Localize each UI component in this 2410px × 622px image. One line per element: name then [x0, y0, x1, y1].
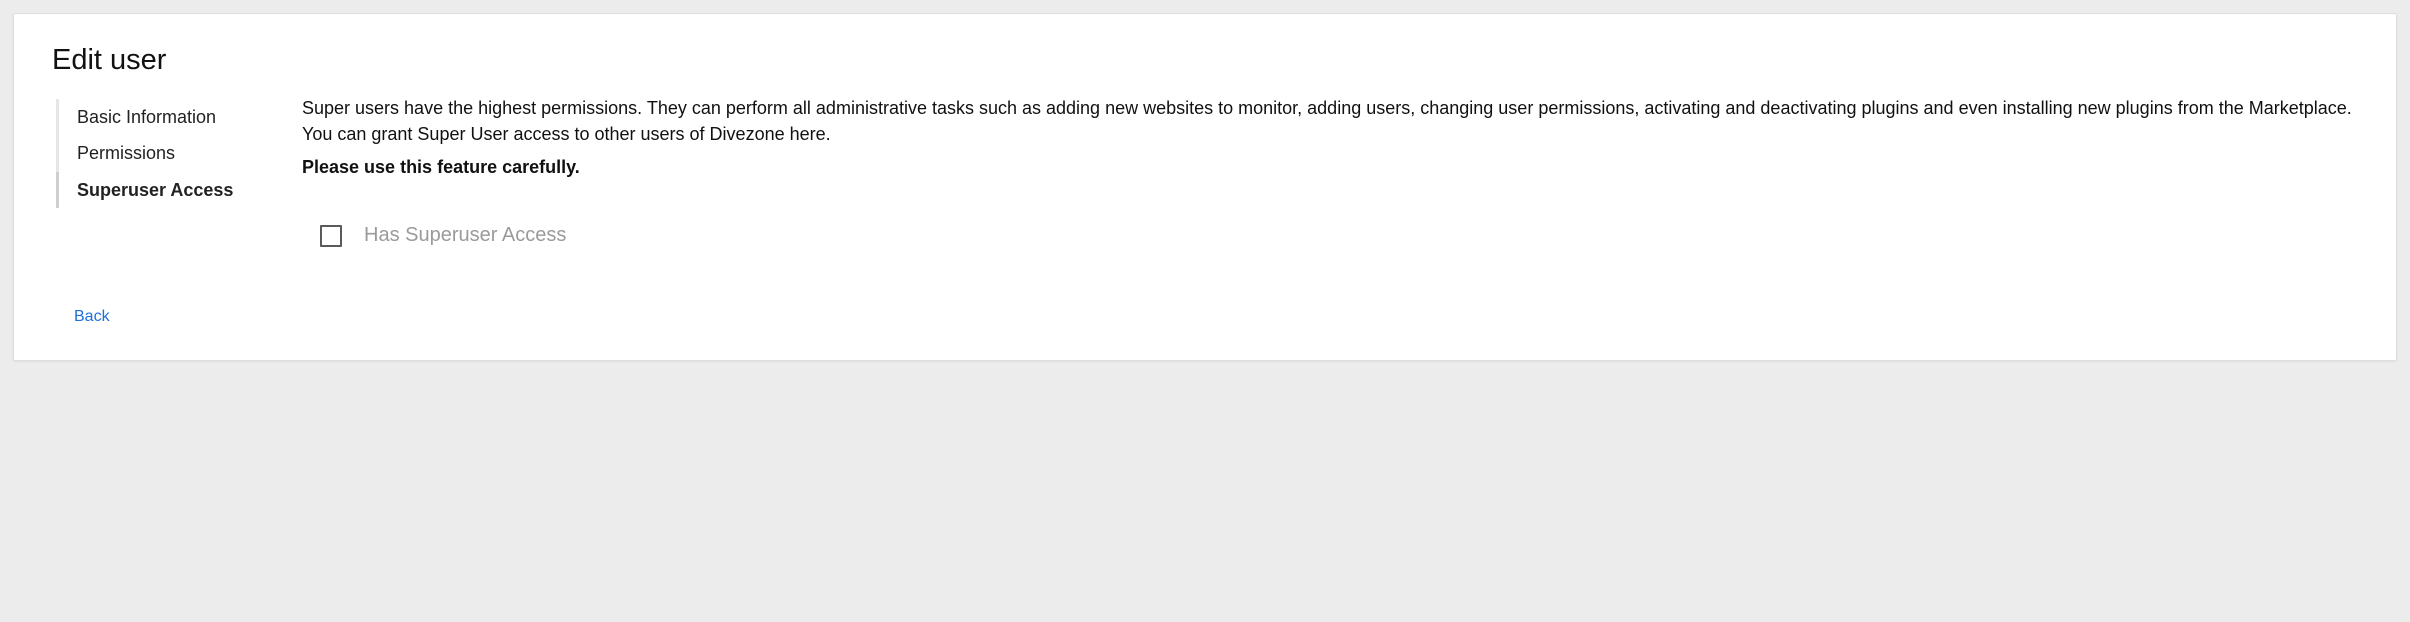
tab-superuser-access[interactable]: Superuser Access — [56, 172, 302, 208]
back-link[interactable]: Back — [74, 308, 110, 326]
tab-basic-information[interactable]: Basic Information — [56, 99, 302, 135]
edit-user-card: Edit user Basic Information Permissions … — [13, 13, 2397, 361]
has-superuser-row: Has Superuser Access — [302, 224, 2368, 247]
superuser-description: Super users have the highest permissions… — [302, 95, 2368, 147]
has-superuser-label: Has Superuser Access — [364, 224, 566, 247]
page-title: Edit user — [52, 44, 2368, 77]
tab-permissions[interactable]: Permissions — [56, 135, 302, 171]
content-area: Super users have the highest permissions… — [302, 95, 2368, 247]
has-superuser-checkbox[interactable] — [320, 225, 342, 247]
main-row: Basic Information Permissions Superuser … — [42, 95, 2368, 326]
sidebar: Basic Information Permissions Superuser … — [42, 95, 302, 326]
superuser-warning: Please use this feature carefully. — [302, 157, 2368, 178]
